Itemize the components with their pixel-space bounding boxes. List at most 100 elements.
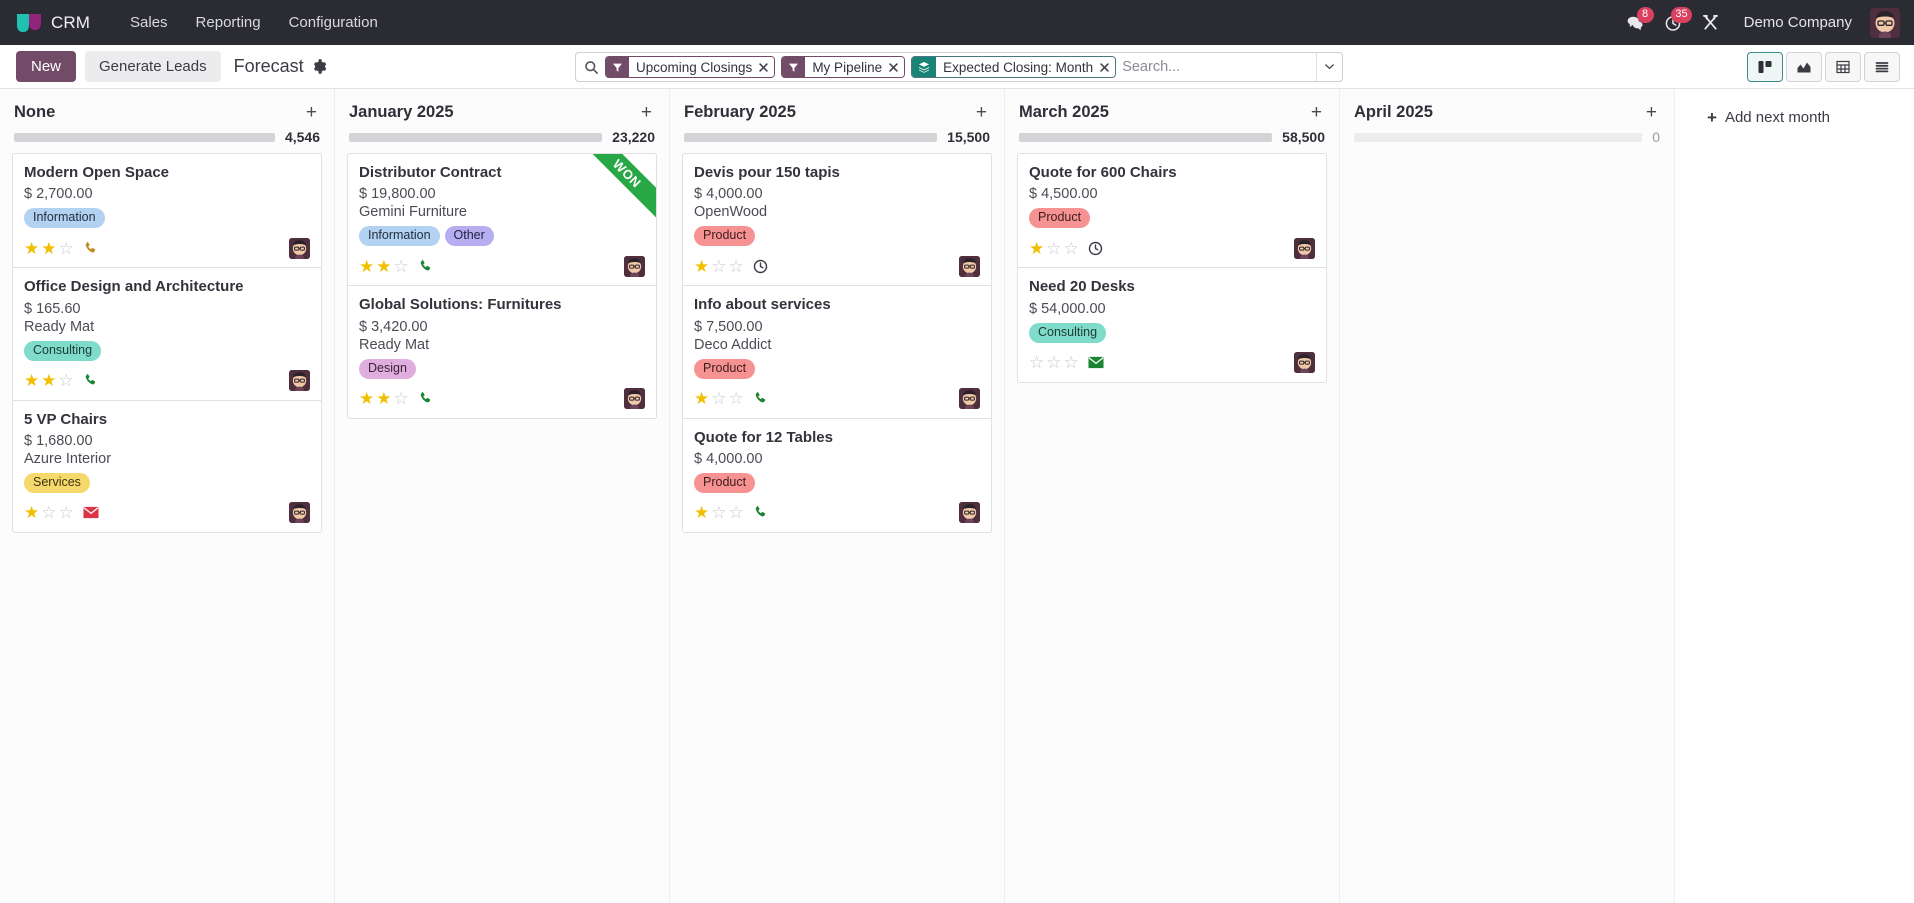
kanban-card[interactable]: Global Solutions: Furnitures $ 3,420.00 … xyxy=(347,285,657,419)
priority-star[interactable]: ★ xyxy=(694,504,709,521)
priority-star[interactable]: ☆ xyxy=(1064,240,1079,257)
facet-expected-closing-month[interactable]: Expected Closing: Month xyxy=(911,56,1117,78)
priority-star[interactable]: ★ xyxy=(41,372,56,389)
facet-remove-icon[interactable] xyxy=(1098,57,1116,77)
activities-clock-icon[interactable]: 35 xyxy=(1656,6,1692,38)
facet-remove-icon[interactable] xyxy=(887,57,905,77)
kanban-card[interactable]: Quote for 12 Tables $ 4,000.00 Product ★… xyxy=(682,417,992,533)
phone-icon[interactable] xyxy=(83,241,98,256)
priority-star[interactable]: ★ xyxy=(1029,240,1044,257)
facet-upcoming-closings[interactable]: Upcoming Closings xyxy=(605,56,776,78)
priority-star[interactable]: ☆ xyxy=(41,504,56,521)
priority-star[interactable]: ★ xyxy=(376,258,391,275)
card-assignee-avatar[interactable] xyxy=(959,255,980,277)
facet-remove-icon[interactable] xyxy=(757,57,775,77)
kanban-card[interactable]: Need 20 Desks $ 54,000.00 Consulting ☆ ☆ ☆ xyxy=(1017,267,1327,383)
card-assignee-avatar[interactable] xyxy=(289,370,310,391)
column-add-icon[interactable]: + xyxy=(1308,103,1325,122)
priority-star[interactable]: ★ xyxy=(376,390,391,407)
kanban-card[interactable]: 5 VP Chairs $ 1,680.00 Azure Interior Se… xyxy=(12,399,322,533)
priority-star[interactable]: ☆ xyxy=(394,258,409,275)
mail-icon[interactable] xyxy=(1088,356,1104,369)
phone-icon[interactable] xyxy=(753,505,768,520)
search-input[interactable] xyxy=(1116,53,1316,81)
view-button-pivot[interactable] xyxy=(1825,51,1861,82)
clock-icon[interactable] xyxy=(753,259,768,274)
priority-star[interactable]: ☆ xyxy=(1046,354,1061,371)
column-add-icon[interactable]: + xyxy=(973,103,990,122)
column-add-icon[interactable]: + xyxy=(638,103,655,122)
priority-star[interactable]: ☆ xyxy=(711,390,726,407)
nav-item-sales[interactable]: Sales xyxy=(116,8,182,37)
priority-star[interactable]: ★ xyxy=(24,372,39,389)
priority-star[interactable]: ☆ xyxy=(394,390,409,407)
priority-star[interactable]: ☆ xyxy=(59,372,74,389)
priority-star[interactable]: ☆ xyxy=(729,258,744,275)
column-add-icon[interactable]: + xyxy=(303,103,320,122)
column-progress[interactable]: 23,220 xyxy=(335,122,669,145)
card-assignee-avatar[interactable] xyxy=(959,502,980,524)
gear-icon[interactable] xyxy=(312,59,327,74)
column-progress[interactable]: 0 xyxy=(1340,122,1674,145)
app-brand[interactable]: CRM xyxy=(16,12,90,34)
card-assignee-avatar[interactable] xyxy=(624,255,645,277)
column-add-icon[interactable]: + xyxy=(1643,103,1660,122)
priority-star[interactable]: ★ xyxy=(694,258,709,275)
priority-star[interactable]: ☆ xyxy=(711,504,726,521)
view-button-list[interactable] xyxy=(1864,51,1900,82)
mail-icon[interactable] xyxy=(83,506,99,519)
priority-star[interactable]: ★ xyxy=(694,390,709,407)
new-button[interactable]: New xyxy=(16,50,77,83)
facet-my-pipeline[interactable]: My Pipeline xyxy=(781,56,906,78)
add-next-month-button[interactable]: + Add next month xyxy=(1695,103,1842,132)
priority-star[interactable]: ★ xyxy=(41,240,56,257)
kanban-card[interactable]: Info about services $ 7,500.00 Deco Addi… xyxy=(682,285,992,418)
kanban-card[interactable]: Office Design and Architecture $ 165.60 … xyxy=(12,267,322,400)
priority-star[interactable]: ★ xyxy=(359,390,374,407)
view-button-kanban[interactable] xyxy=(1747,51,1783,82)
priority-star[interactable]: ☆ xyxy=(59,504,74,521)
kanban-card[interactable]: Devis pour 150 tapis $ 4,000.00 OpenWood… xyxy=(682,153,992,286)
column-progress[interactable]: 4,546 xyxy=(0,122,334,145)
priority-star[interactable]: ☆ xyxy=(1029,354,1044,371)
priority-star[interactable]: ☆ xyxy=(1046,240,1061,257)
priority-star[interactable]: ★ xyxy=(24,504,39,521)
view-button-graph[interactable] xyxy=(1786,51,1822,82)
card-priority: ★ ★ ☆ xyxy=(359,390,409,407)
card-assignee-avatar[interactable] xyxy=(624,388,645,409)
card-assignee-avatar[interactable] xyxy=(959,388,980,409)
phone-icon[interactable] xyxy=(753,391,768,406)
user-avatar[interactable] xyxy=(1870,7,1900,38)
card-title: Quote for 600 Chairs xyxy=(1029,164,1177,181)
search-icon[interactable] xyxy=(584,60,599,75)
card-assignee-avatar[interactable] xyxy=(1294,237,1315,259)
card-assignee-avatar[interactable] xyxy=(289,502,310,524)
kanban-card[interactable]: WON Distributor Contract $ 19,800.00 Gem… xyxy=(347,153,657,286)
column-progress[interactable]: 58,500 xyxy=(1005,122,1339,145)
card-tag: Product xyxy=(1029,208,1091,229)
priority-star[interactable]: ★ xyxy=(24,240,39,257)
clock-icon[interactable] xyxy=(1088,241,1103,256)
priority-star[interactable]: ☆ xyxy=(729,504,744,521)
priority-star[interactable]: ☆ xyxy=(1064,354,1079,371)
column-progress[interactable]: 15,500 xyxy=(670,122,1004,145)
kanban-card[interactable]: Modern Open Space $ 2,700.00 Information… xyxy=(12,153,322,268)
priority-star[interactable]: ★ xyxy=(359,258,374,275)
phone-icon[interactable] xyxy=(418,391,433,406)
chevron-down-icon[interactable] xyxy=(1316,53,1342,81)
generate-leads-button[interactable]: Generate Leads xyxy=(85,50,221,83)
priority-star[interactable]: ☆ xyxy=(59,240,74,257)
card-assignee-avatar[interactable] xyxy=(1294,352,1315,373)
company-switcher[interactable]: Demo Company xyxy=(1732,8,1864,37)
priority-star[interactable]: ☆ xyxy=(729,390,744,407)
phone-icon[interactable] xyxy=(418,259,433,274)
priority-star[interactable]: ☆ xyxy=(711,258,726,275)
phone-icon[interactable] xyxy=(83,373,98,388)
card-footer: ★ ☆ ☆ xyxy=(1029,237,1315,259)
messages-icon[interactable]: 8 xyxy=(1618,6,1654,38)
kanban-card[interactable]: Quote for 600 Chairs $ 4,500.00 Product … xyxy=(1017,153,1327,268)
nav-item-configuration[interactable]: Configuration xyxy=(275,8,392,37)
tools-icon[interactable] xyxy=(1694,8,1728,38)
card-assignee-avatar[interactable] xyxy=(289,237,310,259)
nav-item-reporting[interactable]: Reporting xyxy=(182,8,275,37)
